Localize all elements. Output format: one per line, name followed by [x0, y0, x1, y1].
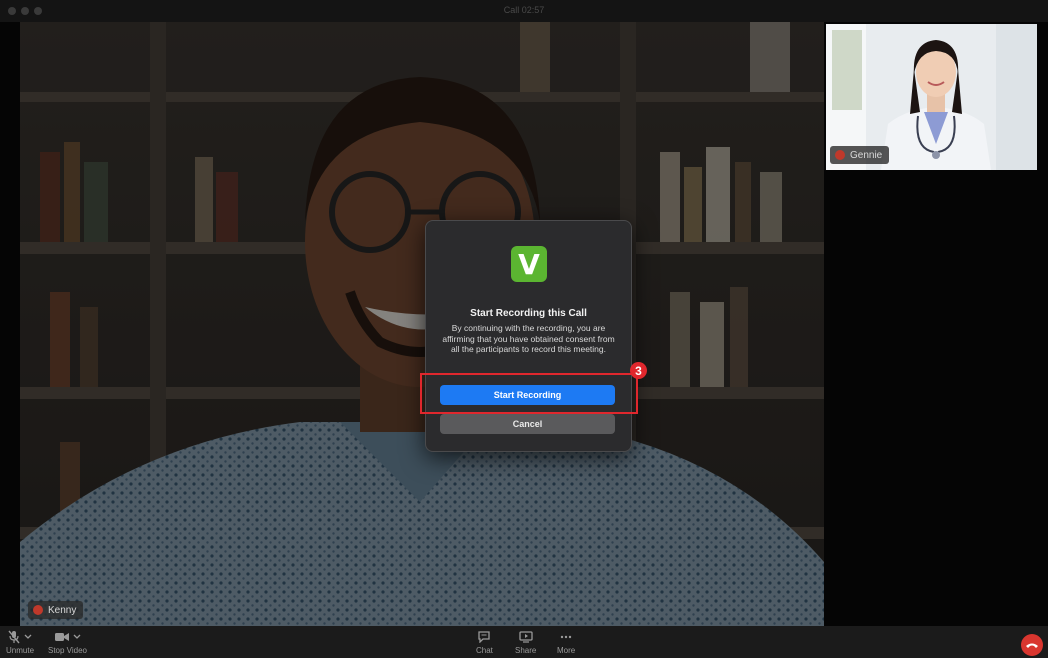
dialog-title: Start Recording this Call: [470, 308, 587, 319]
stop-video-button[interactable]: Stop Video: [48, 629, 87, 655]
modal-backdrop[interactable]: [20, 22, 824, 626]
participant-name-main: Kenny: [48, 604, 77, 616]
participant-name-tag-thumbnail: Gennie: [830, 146, 890, 164]
end-call-icon: [1026, 643, 1038, 648]
window-title: Call 02:57: [503, 5, 545, 15]
share-button[interactable]: Share: [515, 629, 536, 655]
cancel-button[interactable]: Cancel: [440, 414, 615, 434]
meeting-toolbar: Unmute Stop Video Chat Share More: [0, 626, 1048, 658]
participant-name-thumbnail: Gennie: [850, 149, 883, 161]
mic-off-icon: [33, 605, 43, 615]
chat-button[interactable]: Chat: [476, 629, 493, 655]
dialog-message: By continuing with the recording, you ar…: [442, 323, 615, 354]
participant-thumbnail[interactable]: Gennie: [826, 24, 1037, 170]
chevron-down-icon[interactable]: [73, 634, 81, 640]
tutorial-highlight-box: [420, 373, 638, 414]
title-bar: Call 02:57: [0, 0, 1048, 22]
stop-video-label: Stop Video: [48, 646, 87, 655]
share-label: Share: [515, 646, 537, 655]
tutorial-step-badge: 3: [630, 362, 647, 379]
chat-bubble-icon: [478, 631, 491, 643]
call-window: Call 02:57 Kenny Gennie V Start Recordin…: [0, 0, 1048, 658]
start-recording-dialog: V Start Recording this Call By continuin…: [425, 220, 632, 452]
share-screen-icon: [519, 631, 533, 643]
participant-name-tag-main: Kenny: [28, 601, 84, 619]
chat-label: Chat: [476, 646, 493, 655]
more-button[interactable]: More: [557, 629, 575, 655]
video-camera-icon: [54, 633, 69, 641]
unmute-label: Unmute: [6, 646, 35, 655]
end-call-button[interactable]: [1021, 634, 1043, 656]
app-logo-icon: V: [511, 246, 547, 282]
mic-off-icon: [835, 150, 845, 160]
mic-off-icon: [8, 630, 20, 644]
unmute-button[interactable]: Unmute: [6, 629, 34, 655]
more-label: More: [557, 646, 576, 655]
chevron-down-icon[interactable]: [24, 634, 32, 640]
more-dots-icon: [560, 635, 572, 639]
main-video-feed: Kenny: [20, 22, 824, 626]
